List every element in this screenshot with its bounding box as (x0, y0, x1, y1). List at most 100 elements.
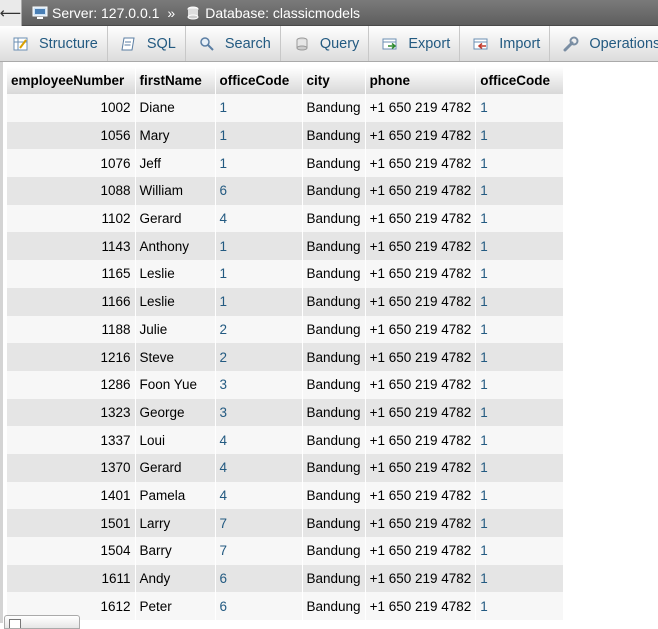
cell-office-code[interactable]: 4 (215, 481, 303, 510)
table-row[interactable]: 1056 Mary 1 Bandung +1 650 219 4782 1 (7, 121, 565, 150)
cell-office-code-2[interactable]: 1 (475, 592, 565, 621)
table-row[interactable]: 1188 Julie 2 Bandung +1 650 219 4782 1 (7, 315, 565, 344)
cell-office-code[interactable]: 3 (215, 370, 303, 399)
cell-office-code[interactable]: 1 (215, 260, 303, 288)
breadcrumb-separator: » (167, 4, 176, 21)
query-icon (296, 37, 308, 50)
cell-city: Bandung (302, 177, 366, 205)
tab-structure[interactable]: Structure (0, 26, 108, 61)
column-header[interactable]: officeCode (475, 67, 565, 94)
cell-office-code[interactable]: 7 (215, 537, 303, 565)
table-row[interactable]: 1216 Steve 2 Bandung +1 650 219 4782 1 (7, 343, 565, 371)
table-row[interactable]: 1611 Andy 6 Bandung +1 650 219 4782 1 (7, 564, 565, 593)
cell-office-code[interactable]: 6 (215, 564, 303, 593)
table-row[interactable]: 1337 Loui 4 Bandung +1 650 219 4782 1 (7, 426, 565, 454)
table-row[interactable]: 1401 Pamela 4 Bandung +1 650 219 4782 1 (7, 481, 565, 510)
cell-office-code[interactable]: 7 (215, 509, 303, 537)
table-row[interactable]: 1501 Larry 7 Bandung +1 650 219 4782 1 (7, 509, 565, 537)
breadcrumb-server[interactable]: Server: 127.0.0.1 (32, 5, 159, 21)
tab-search[interactable]: Search (186, 26, 281, 61)
cell-office-code-2[interactable]: 1 (475, 537, 565, 565)
cell-city: Bandung (302, 149, 366, 178)
column-header[interactable]: phone (365, 67, 477, 94)
cell-office-code-2[interactable]: 1 (475, 343, 565, 371)
column-header[interactable]: city (302, 67, 366, 94)
table-row[interactable]: 1088 William 6 Bandung +1 650 219 4782 1 (7, 177, 565, 205)
cell-office-code-2[interactable]: 1 (475, 453, 565, 482)
cell-employee-number: 1188 (7, 315, 136, 344)
cell-office-code[interactable]: 1 (215, 121, 303, 150)
cell-office-code[interactable]: 1 (215, 287, 303, 316)
table-row[interactable]: 1002 Diane 1 Bandung +1 650 219 4782 1 (7, 94, 565, 122)
table-row[interactable]: 1370 Gerard 4 Bandung +1 650 219 4782 1 (7, 453, 565, 482)
cell-office-code-2[interactable]: 1 (475, 481, 565, 510)
breadcrumb-database[interactable]: Database: classicmodels (185, 5, 360, 21)
cell-office-code[interactable]: 3 (215, 398, 303, 427)
cell-office-code-2[interactable]: 1 (475, 177, 565, 205)
table-row[interactable]: 1165 Leslie 1 Bandung +1 650 219 4782 1 (7, 260, 565, 288)
cell-phone: +1 650 219 4782 (365, 94, 477, 122)
database-label: Database: classicmodels (205, 4, 361, 21)
cell-office-code[interactable]: 1 (215, 149, 303, 178)
cell-office-code-2[interactable]: 1 (475, 149, 565, 178)
cell-city: Bandung (302, 453, 366, 482)
cell-office-code-2[interactable]: 1 (475, 232, 565, 261)
cell-office-code[interactable]: 6 (215, 177, 303, 205)
cell-phone: +1 650 219 4782 (365, 370, 477, 399)
cell-phone: +1 650 219 4782 (365, 509, 477, 537)
cell-phone: +1 650 219 4782 (365, 287, 477, 316)
cell-office-code-2[interactable]: 1 (475, 315, 565, 344)
cell-office-code[interactable]: 4 (215, 426, 303, 454)
column-header[interactable]: employeeNumber (7, 67, 136, 94)
column-header[interactable]: officeCode (215, 67, 303, 94)
table-row[interactable]: 1504 Barry 7 Bandung +1 650 219 4782 1 (7, 537, 565, 565)
table-row[interactable]: 1166 Leslie 1 Bandung +1 650 219 4782 1 (7, 287, 565, 316)
cell-first-name: Leslie (135, 260, 216, 288)
cell-phone: +1 650 219 4782 (365, 149, 477, 178)
cell-office-code-2[interactable]: 1 (475, 426, 565, 454)
cell-office-code[interactable]: 1 (215, 94, 303, 122)
table-row[interactable]: 1286 Foon Yue 3 Bandung +1 650 219 4782 1 (7, 370, 565, 399)
table-row[interactable]: 1143 Anthony 1 Bandung +1 650 219 4782 1 (7, 232, 565, 261)
cell-office-code-2[interactable]: 1 (475, 260, 565, 288)
cell-office-code[interactable]: 4 (215, 453, 303, 482)
tab-label: Search (224, 35, 271, 52)
tab-operations[interactable]: Operations (550, 26, 658, 61)
cell-phone: +1 650 219 4782 (365, 121, 477, 150)
back-arrow-icon[interactable]: ⟵ (0, 0, 22, 26)
cell-office-code[interactable]: 4 (215, 204, 303, 233)
cell-office-code-2[interactable]: 1 (475, 287, 565, 316)
cell-office-code[interactable]: 1 (215, 232, 303, 261)
cell-phone: +1 650 219 4782 (365, 592, 477, 621)
cell-office-code-2[interactable]: 1 (475, 94, 565, 122)
cell-city: Bandung (302, 481, 366, 510)
check-all-control[interactable] (4, 615, 80, 629)
table-body: 1002 Diane 1 Bandung +1 650 219 4782 1 1056 Mar… (7, 94, 565, 621)
checkbox-icon[interactable] (9, 619, 21, 628)
tab-export[interactable]: Export (369, 26, 461, 61)
server-label: Server: 127.0.0.1 (52, 4, 160, 21)
cell-office-code[interactable]: 6 (215, 592, 303, 621)
table-row[interactable]: 1076 Jeff 1 Bandung +1 650 219 4782 1 (7, 149, 565, 178)
cell-city: Bandung (302, 260, 366, 288)
table-row[interactable]: 1323 George 3 Bandung +1 650 219 4782 1 (7, 398, 565, 427)
tab-query[interactable]: Query (281, 26, 370, 61)
cell-office-code-2[interactable]: 1 (475, 564, 565, 593)
cell-office-code-2[interactable]: 1 (475, 204, 565, 233)
cell-office-code-2[interactable]: 1 (475, 509, 565, 537)
cell-office-code-2[interactable]: 1 (475, 121, 565, 150)
cell-phone: +1 650 219 4782 (365, 453, 477, 482)
cell-phone: +1 650 219 4782 (365, 343, 477, 371)
column-header[interactable]: firstName (135, 67, 216, 94)
tab-sql[interactable]: SQL (108, 26, 186, 61)
cell-office-code[interactable]: 2 (215, 343, 303, 371)
cell-office-code-2[interactable]: 1 (475, 398, 565, 427)
cell-first-name: Foon Yue (135, 370, 216, 399)
cell-office-code-2[interactable]: 1 (475, 370, 565, 399)
cell-first-name: Loui (135, 426, 216, 454)
tab-import[interactable]: Import (460, 26, 551, 61)
table-row[interactable]: 1612 Peter 6 Bandung +1 650 219 4782 1 (7, 592, 565, 621)
cell-phone: +1 650 219 4782 (365, 564, 477, 593)
table-row[interactable]: 1102 Gerard 4 Bandung +1 650 219 4782 1 (7, 204, 565, 233)
cell-office-code[interactable]: 2 (215, 315, 303, 344)
